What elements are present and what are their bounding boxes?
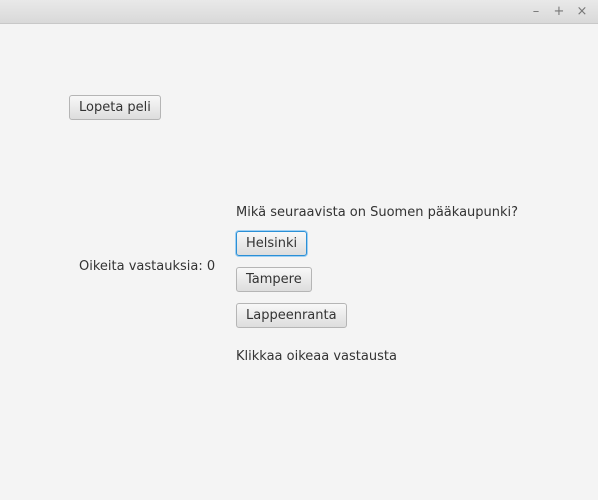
maximize-icon[interactable]: + (550, 3, 568, 21)
minimize-icon[interactable]: – (527, 3, 545, 21)
score-label: Oikeita vastauksia: 0 (79, 259, 216, 274)
answer-button-tampere[interactable]: Tampere (236, 267, 312, 292)
answer-button-helsinki[interactable]: Helsinki (236, 231, 308, 256)
window-titlebar[interactable]: – + × (0, 0, 598, 24)
answer-button-lappeenranta[interactable]: Lappeenranta (236, 303, 347, 328)
close-icon[interactable]: × (573, 3, 591, 21)
quit-game-button[interactable]: Lopeta peli (69, 95, 161, 120)
status-message: Klikkaa oikeaa vastausta (236, 349, 397, 364)
question-text: Mikä seuraavista on Suomen pääkaupunki? (236, 205, 519, 220)
